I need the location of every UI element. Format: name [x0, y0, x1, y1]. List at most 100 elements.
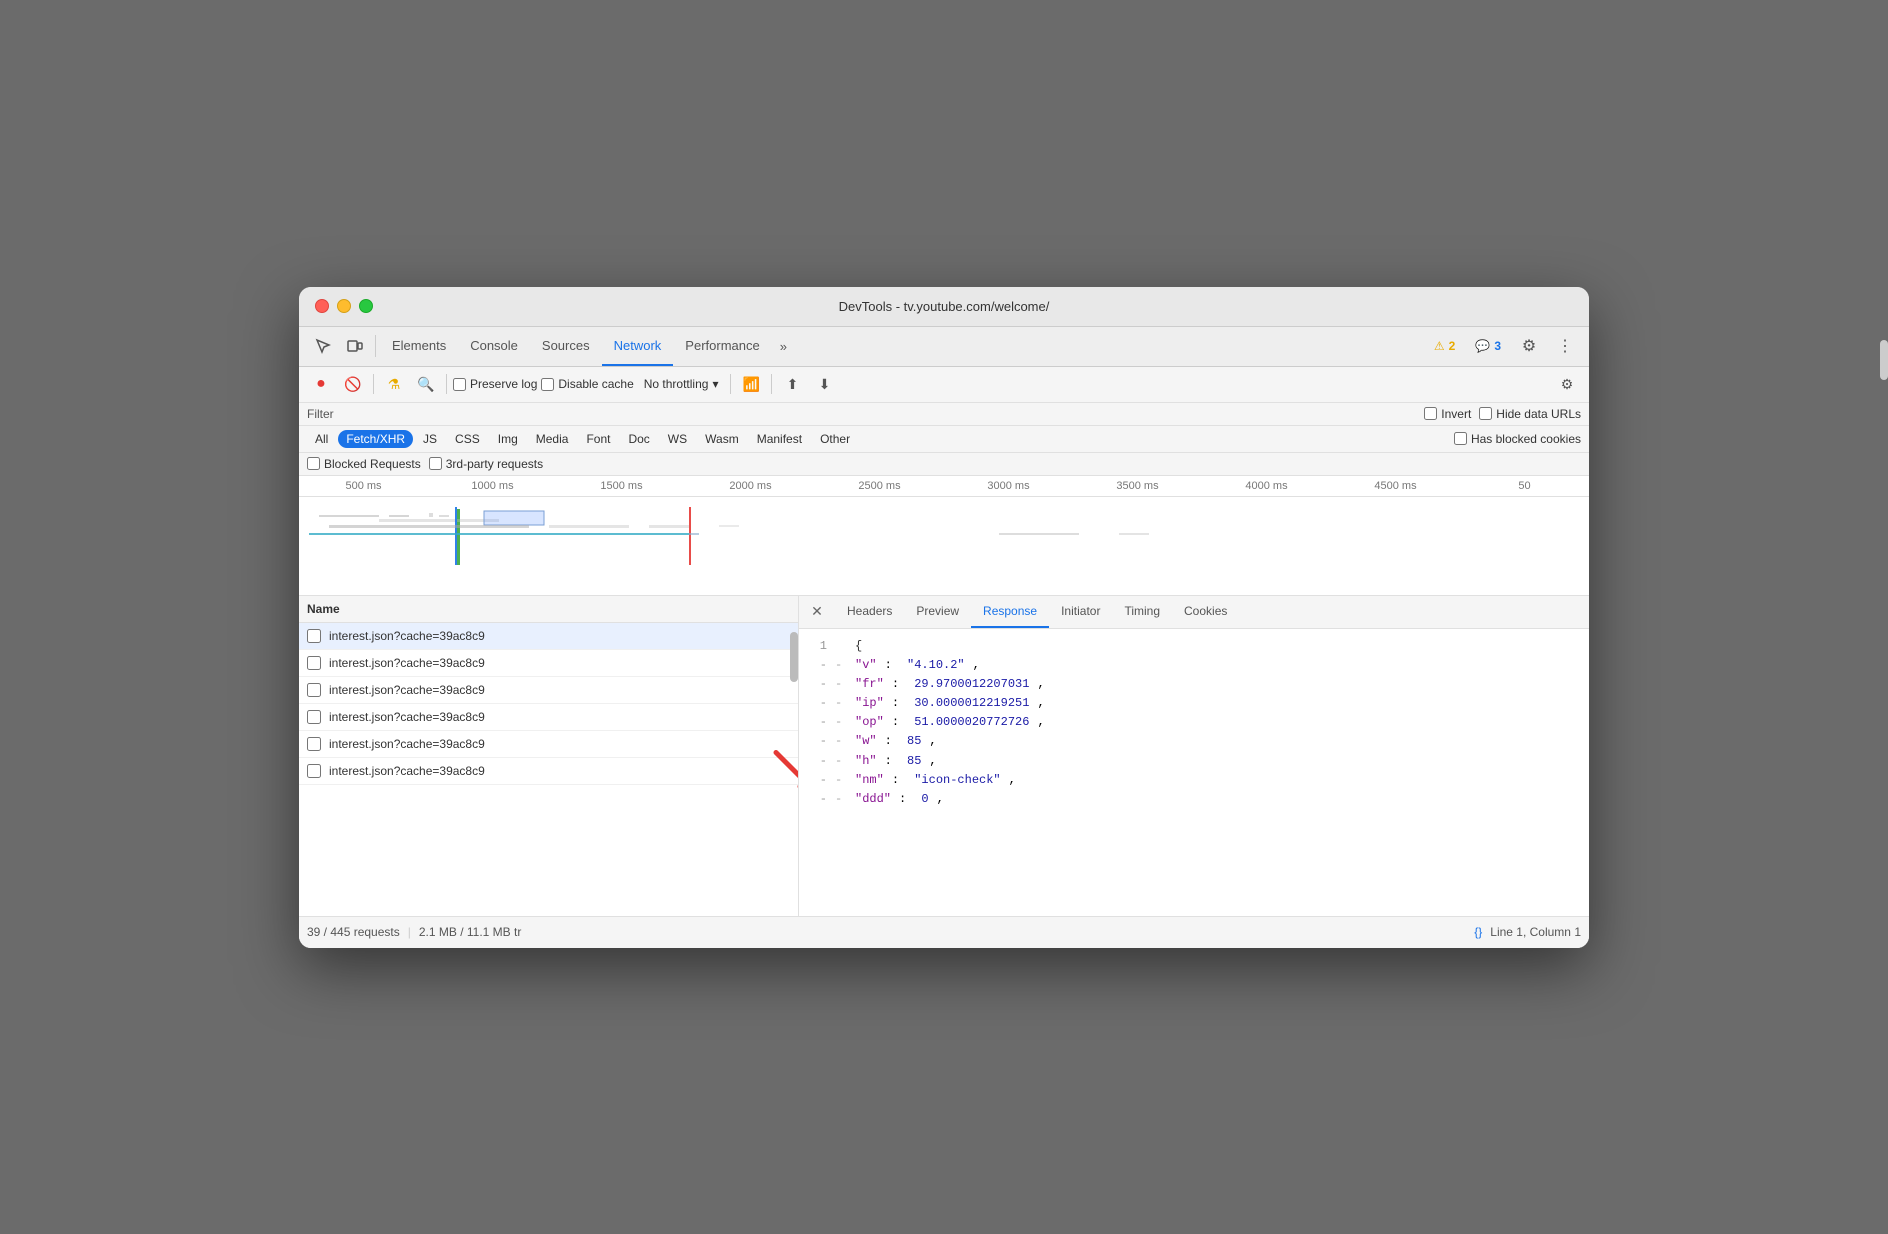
request-item-1[interactable]: interest.json?cache=39ac8c9: [299, 623, 798, 650]
traffic-lights: [315, 299, 373, 313]
tab-performance[interactable]: Performance: [673, 326, 771, 366]
request-name-2: interest.json?cache=39ac8c9: [329, 656, 790, 670]
inspect-element-button[interactable]: [307, 330, 339, 362]
list-scrollbar[interactable]: [790, 632, 798, 682]
tick-3500: 3500 ms: [1073, 480, 1202, 492]
detail-tab-initiator[interactable]: Initiator: [1049, 596, 1112, 628]
maximize-button[interactable]: [359, 299, 373, 313]
toolbar-sep-3: [730, 374, 731, 394]
type-filter-js[interactable]: JS: [415, 430, 445, 448]
network-settings-button[interactable]: ⚙: [1553, 370, 1581, 398]
devtools-window: DevTools - tv.youtube.com/welcome/ Eleme…: [299, 287, 1589, 948]
blocked-requests-checkbox[interactable]: [307, 457, 320, 470]
toolbar-sep-1: [373, 374, 374, 394]
close-detail-button[interactable]: ✕: [807, 602, 827, 622]
filter-button[interactable]: ⚗: [380, 370, 408, 398]
type-filter-row: All Fetch/XHR JS CSS Img Media Font Doc …: [299, 426, 1589, 453]
type-filter-media[interactable]: Media: [528, 430, 577, 448]
response-body: 1 { - - "v" : "4.10.2" , - -: [799, 629, 1589, 916]
request-item-4[interactable]: interest.json?cache=39ac8c9: [299, 704, 798, 731]
clear-button[interactable]: 🚫: [339, 370, 367, 398]
warning-count: 2: [1449, 339, 1456, 353]
request-checkbox-6[interactable]: [307, 764, 321, 778]
request-list-header: Name: [299, 596, 798, 623]
detail-tab-cookies[interactable]: Cookies: [1172, 596, 1239, 628]
record-button[interactable]: ●: [307, 370, 335, 398]
requests-count: 39 / 445 requests: [307, 925, 400, 939]
minimize-button[interactable]: [337, 299, 351, 313]
request-item-6[interactable]: interest.json?cache=39ac8c9: [299, 758, 798, 785]
request-checkbox-2[interactable]: [307, 656, 321, 670]
type-filter-ws[interactable]: WS: [660, 430, 695, 448]
request-item-5[interactable]: interest.json?cache=39ac8c9: [299, 731, 798, 758]
timeline-content[interactable]: [299, 497, 1589, 577]
hide-data-urls-label[interactable]: Hide data URLs: [1479, 407, 1581, 421]
pretty-print-icon: {}: [1474, 925, 1482, 939]
main-content: Name interest.json?cache=39ac8c9 interes…: [299, 596, 1589, 916]
tab-console[interactable]: Console: [458, 326, 530, 366]
export-button[interactable]: ⬇: [810, 370, 838, 398]
detail-tab-timing[interactable]: Timing: [1112, 596, 1172, 628]
detail-tab-headers[interactable]: Headers: [835, 596, 904, 628]
disable-cache-label[interactable]: Disable cache: [541, 377, 633, 391]
third-party-checkbox[interactable]: [429, 457, 442, 470]
type-filter-img[interactable]: Img: [490, 430, 526, 448]
json-line-2: - - "v" : "4.10.2" ,: [807, 656, 1581, 675]
search-button[interactable]: 🔍: [412, 370, 440, 398]
has-blocked-cookies-label[interactable]: Has blocked cookies: [1454, 432, 1581, 446]
title-bar: DevTools - tv.youtube.com/welcome/: [299, 287, 1589, 327]
type-filter-font[interactable]: Font: [578, 430, 618, 448]
tab-network[interactable]: Network: [602, 326, 674, 366]
invert-checkbox[interactable]: [1424, 407, 1437, 420]
json-line-5: - - "op" : 51.0000020772726 ,: [807, 713, 1581, 732]
wifi-icon-btn[interactable]: 📶: [737, 370, 765, 398]
device-toolbar-button[interactable]: [339, 330, 371, 362]
tab-elements[interactable]: Elements: [380, 326, 458, 366]
throttle-select[interactable]: No throttling ▾: [638, 375, 725, 393]
request-checkbox-4[interactable]: [307, 710, 321, 724]
request-item-2[interactable]: interest.json?cache=39ac8c9: [299, 650, 798, 677]
detail-tab-preview[interactable]: Preview: [904, 596, 971, 628]
blocked-requests-label[interactable]: Blocked Requests: [307, 457, 421, 471]
disable-cache-checkbox[interactable]: [541, 378, 554, 391]
detail-panel: ✕ Headers Preview Response Initiator Tim…: [799, 596, 1589, 916]
request-checkbox-3[interactable]: [307, 683, 321, 697]
request-item-3[interactable]: interest.json?cache=39ac8c9: [299, 677, 798, 704]
preserve-log-label[interactable]: Preserve log: [453, 377, 537, 391]
json-line-6: - - "w" : 85 ,: [807, 732, 1581, 751]
type-filter-doc[interactable]: Doc: [620, 430, 657, 448]
close-button[interactable]: [315, 299, 329, 313]
message-badge[interactable]: 💬 3: [1467, 335, 1509, 357]
warning-badge[interactable]: ⚠ 2: [1426, 335, 1463, 357]
message-icon: 💬: [1475, 339, 1490, 353]
preserve-log-checkbox[interactable]: [453, 378, 466, 391]
pretty-print-button[interactable]: {}: [1474, 925, 1482, 939]
type-filter-manifest[interactable]: Manifest: [749, 430, 810, 448]
tab-sources[interactable]: Sources: [530, 326, 602, 366]
more-options-button[interactable]: ⋮: [1549, 330, 1581, 362]
request-checkbox-5[interactable]: [307, 737, 321, 751]
type-filter-wasm[interactable]: Wasm: [697, 430, 747, 448]
type-filter-fetch-xhr[interactable]: Fetch/XHR: [338, 430, 413, 448]
tick-50: 50: [1460, 480, 1589, 492]
network-toolbar: ● 🚫 ⚗ 🔍 Preserve log Disable cache No th…: [299, 367, 1589, 403]
import-button[interactable]: ⬆: [778, 370, 806, 398]
third-party-label[interactable]: 3rd-party requests: [429, 457, 543, 471]
top-tab-bar: Elements Console Sources Network Perform…: [299, 327, 1589, 367]
status-sep-1: |: [408, 925, 411, 939]
has-blocked-cookies-checkbox[interactable]: [1454, 432, 1467, 445]
timeline-area: 500 ms 1000 ms 1500 ms 2000 ms 2500 ms 3…: [299, 476, 1589, 596]
settings-button[interactable]: ⚙: [1513, 330, 1545, 362]
json-line-4: - - "ip" : 30.0000012219251 ,: [807, 694, 1581, 713]
tick-500: 500 ms: [299, 480, 428, 492]
type-filter-all[interactable]: All: [307, 430, 336, 448]
type-filter-css[interactable]: CSS: [447, 430, 488, 448]
json-line-3: - - "fr" : 29.9700012207031 ,: [807, 675, 1581, 694]
detail-tab-response[interactable]: Response: [971, 596, 1049, 628]
invert-label[interactable]: Invert: [1424, 407, 1471, 421]
json-line-7: - - "h" : 85 ,: [807, 752, 1581, 771]
tab-more-button[interactable]: »: [772, 339, 795, 354]
request-checkbox-1[interactable]: [307, 629, 321, 643]
hide-data-urls-checkbox[interactable]: [1479, 407, 1492, 420]
type-filter-other[interactable]: Other: [812, 430, 858, 448]
